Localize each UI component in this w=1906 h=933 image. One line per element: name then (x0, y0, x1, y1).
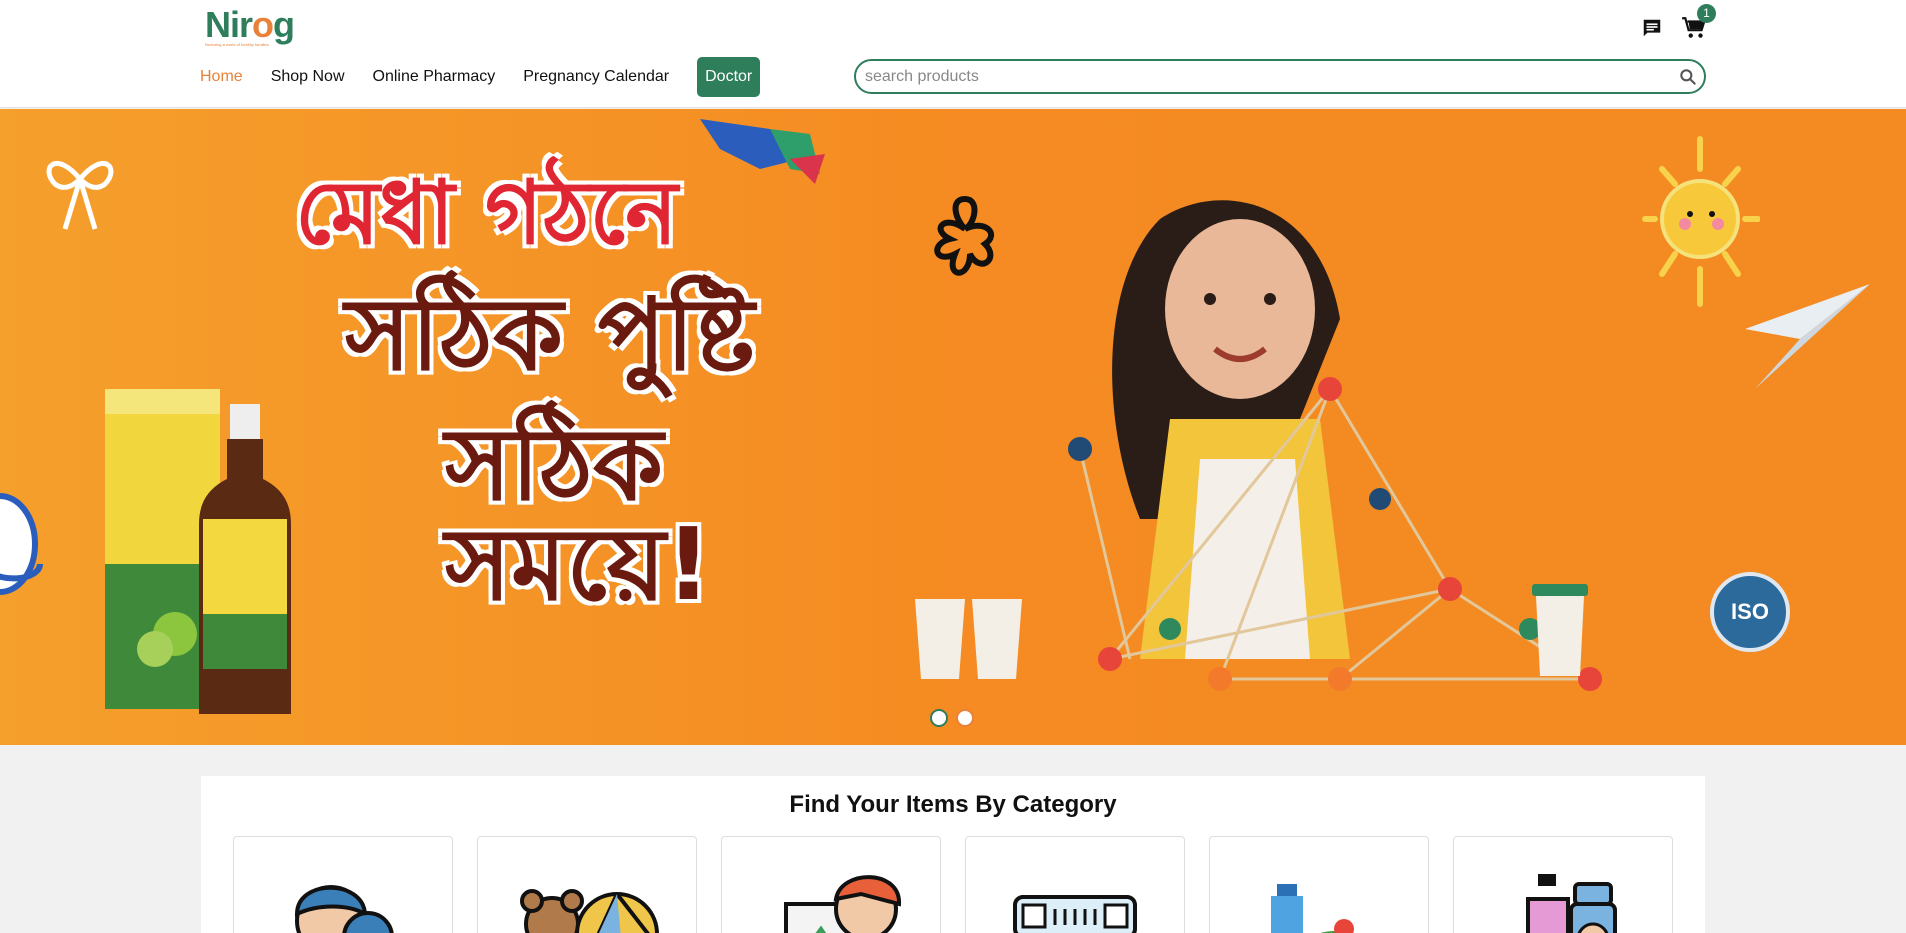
iso-certified-badge: ISO (1710, 572, 1790, 652)
headline-line-2: সঠিক পুষ্টি (345, 276, 755, 393)
nirog-logo[interactable]: Nirog Nurturing a world of healthy famil… (205, 6, 315, 48)
headline-line-3: সঠিক সময়ে! (445, 406, 712, 623)
search-input[interactable] (865, 67, 1665, 87)
search-icon[interactable] (1678, 67, 1698, 87)
cup-left-image (915, 599, 1022, 679)
category-card-diaper[interactable] (965, 836, 1185, 933)
category-cards (233, 836, 1673, 933)
carousel-dot-2[interactable] (956, 709, 974, 727)
kids-learning-icon (784, 875, 902, 933)
category-card-baby-care[interactable] (1453, 836, 1673, 933)
nav-home[interactable]: Home (200, 57, 243, 97)
carousel-dot-1[interactable] (930, 709, 948, 727)
search-bar (854, 59, 1706, 94)
ribbon-icon (46, 160, 114, 230)
baby-care-icon (1526, 874, 1617, 933)
headline-line-1: মেধা গঠনে (295, 161, 678, 264)
product-bottle-image (199, 404, 291, 714)
site-header: Nirog Nurturing a world of healthy famil… (0, 0, 1906, 108)
nav-doctor-button[interactable]: Doctor (697, 57, 761, 97)
hero-banner[interactable]: মেধা গঠনে সঠিক পুষ্টি সঠিক সময়ে! ISO (0, 109, 1906, 745)
logo-wordmark: Nirog (205, 4, 295, 45)
nav-online-pharmacy[interactable]: Online Pharmacy (373, 57, 496, 97)
banner-headline: মেধা গঠনে সঠিক পুষ্টি সঠিক সময়ে! (285, 169, 945, 615)
planet-icon (0, 493, 43, 595)
category-card-mother-child[interactable] (233, 836, 453, 933)
category-section-title: Find Your Items By Category (789, 791, 1117, 818)
baby-toys-icon (520, 889, 659, 933)
category-section: Find Your Items By Category (201, 776, 1705, 933)
category-card-learning[interactable] (721, 836, 941, 933)
chat-icon[interactable] (1641, 17, 1663, 39)
cup-right-image (1532, 584, 1588, 676)
main-nav: Home Shop Now Online Pharmacy Pregnancy … (200, 57, 761, 97)
diaper-icon (1013, 895, 1137, 933)
mother-child-icon (294, 885, 394, 933)
paper-plane-icon (1745, 284, 1870, 389)
category-card-food[interactable] (1209, 836, 1429, 933)
logo-tagline: Nurturing a world of healthy families (205, 42, 269, 47)
food-nutrition-icon (1271, 884, 1354, 933)
cart-count-badge: 1 (1697, 4, 1716, 23)
nav-shop-now[interactable]: Shop Now (271, 57, 345, 97)
carousel-dots (930, 709, 974, 727)
category-card-toys[interactable] (477, 836, 697, 933)
nav-pregnancy-calendar[interactable]: Pregnancy Calendar (523, 57, 669, 97)
